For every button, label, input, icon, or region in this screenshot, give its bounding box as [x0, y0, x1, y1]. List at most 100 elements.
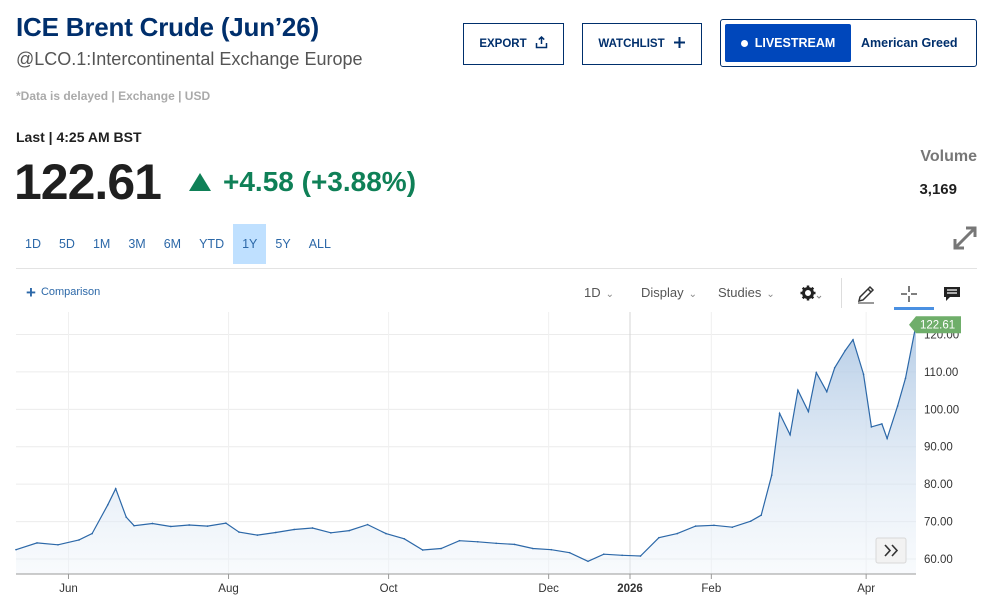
change-value: +4.58 (+3.88%): [223, 166, 417, 197]
price-change: +4.58 (+3.88%): [189, 166, 416, 198]
price-point: [256, 534, 259, 536]
price-point: [789, 433, 791, 436]
range-3m[interactable]: 3M: [119, 224, 154, 264]
range-ytd[interactable]: YTD: [190, 224, 233, 264]
price-point: [330, 532, 332, 534]
comparison-button[interactable]: + Comparison: [26, 282, 100, 302]
price-point: [862, 373, 865, 375]
y-tick-label: 90.00: [924, 442, 953, 454]
price-point: [311, 527, 314, 529]
price-point: [904, 377, 907, 380]
price-point: [225, 522, 227, 524]
price-area: [16, 324, 916, 574]
range-1m[interactable]: 1M: [84, 224, 119, 264]
livestream-widget[interactable]: LIVESTREAM American Greed: [720, 19, 977, 67]
exchange-subtitle: @LCO.1:Intercontinental Exchange Europe: [16, 49, 363, 69]
livestream-button[interactable]: LIVESTREAM: [725, 24, 851, 62]
price-point: [366, 523, 369, 526]
price-point: [348, 529, 351, 532]
price-point: [114, 487, 117, 490]
price-point: [844, 349, 846, 352]
export-label: EXPORT: [479, 38, 527, 50]
price-point: [206, 525, 209, 527]
watchlist-label: WATCHLIST: [598, 38, 665, 50]
price-point: [421, 549, 424, 551]
y-tick-label: 80.00: [924, 479, 953, 491]
comment-icon[interactable]: [939, 281, 965, 307]
price-point: [403, 538, 406, 540]
price-point: [477, 541, 479, 543]
live-dot-icon: [740, 39, 748, 47]
price-point: [713, 524, 715, 527]
price-point: [495, 542, 497, 545]
range-5d[interactable]: 5D: [50, 224, 84, 264]
plus-icon: +: [26, 282, 36, 302]
volume-value: 3,169: [919, 181, 957, 198]
price-point: [36, 542, 38, 544]
price-point: [151, 522, 154, 525]
price-point: [513, 543, 516, 546]
chart-toolbar: + Comparison 1D ⌄ Display ⌄ Studies ⌄: [16, 276, 977, 310]
price-point: [587, 560, 589, 563]
export-button[interactable]: EXPORT: [463, 23, 564, 65]
x-tick-label: Aug: [218, 583, 238, 595]
price-point: [107, 503, 109, 506]
page-title: ICE Brent Crude (Jun’26): [16, 12, 319, 42]
x-tick-label: Oct: [380, 583, 399, 595]
price-point: [870, 426, 873, 428]
price-chart[interactable]: 60.0070.0080.0090.00100.00110.00120.00 J…: [0, 312, 991, 603]
x-tick-label: Dec: [538, 583, 559, 595]
price-point: [886, 437, 888, 440]
display-dropdown[interactable]: Display ⌄: [641, 285, 697, 300]
y-tick-label: 60.00: [924, 554, 953, 566]
chevron-down-icon: ⌄: [766, 289, 775, 300]
x-tick-label: Apr: [857, 583, 875, 595]
x-tick-label: Feb: [701, 583, 721, 595]
price-point: [658, 536, 660, 539]
livestream-label: LIVESTREAM: [754, 36, 836, 50]
price-point: [825, 390, 828, 393]
price-point: [807, 410, 810, 413]
watchlist-button[interactable]: WATCHLIST: [582, 23, 702, 65]
range-1d[interactable]: 1D: [16, 224, 50, 264]
price-point: [797, 389, 799, 392]
price-point: [274, 531, 277, 534]
price-point: [852, 338, 854, 341]
price-point: [532, 547, 534, 550]
display-label: Display: [641, 285, 684, 300]
pencil-icon[interactable]: [853, 281, 879, 307]
price-point: [639, 555, 642, 557]
interval-dropdown[interactable]: 1D ⌄: [584, 285, 614, 300]
plus-icon: [673, 36, 686, 52]
y-tick-label: 110.00: [924, 367, 958, 379]
price-point: [896, 405, 899, 407]
up-arrow-icon: [189, 173, 211, 191]
price-point: [440, 547, 442, 550]
price-point: [760, 514, 762, 517]
price-point: [833, 366, 836, 369]
y-axis: 60.0070.0080.0090.00100.00110.00120.00: [924, 329, 959, 566]
studies-label: Studies: [718, 285, 762, 300]
last-time: Last | 4:25 AM BST: [16, 129, 142, 145]
range-5y[interactable]: 5Y: [266, 224, 299, 264]
price-point: [550, 548, 553, 551]
x-axis: Jun Aug Oct Dec 2026 Feb Apr: [16, 573, 916, 595]
crosshair-active-indicator: [894, 307, 934, 310]
last-price-label: 122.61: [920, 320, 955, 332]
range-1y[interactable]: 1Y: [233, 224, 267, 264]
studies-dropdown[interactable]: Studies ⌄: [718, 285, 775, 300]
range-6m[interactable]: 6M: [155, 224, 190, 264]
price-point: [731, 526, 734, 529]
last-price-marker: 122.61: [909, 316, 961, 334]
expand-icon[interactable]: [951, 224, 979, 252]
gear-icon[interactable]: [798, 281, 824, 307]
range-all[interactable]: ALL: [300, 224, 340, 264]
livestream-show-title[interactable]: American Greed: [861, 36, 958, 50]
crosshair-icon[interactable]: [896, 281, 922, 307]
x-tick-label: 2026: [617, 583, 643, 595]
price-point: [815, 371, 818, 374]
x-tick-label: Jun: [59, 583, 78, 595]
scroll-right-button[interactable]: [875, 537, 907, 564]
delay-note: *Data is delayed | Exchange | USD: [16, 89, 211, 103]
toolbar-separator: [841, 278, 842, 308]
